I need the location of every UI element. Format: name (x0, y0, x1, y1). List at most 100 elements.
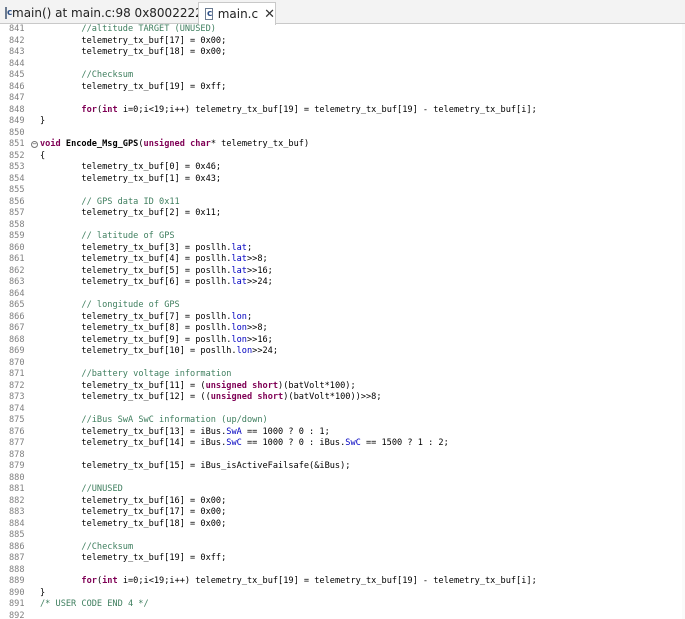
code-editor[interactable]: 841 //altitude TARGET (UNUSED) 842 teleme… (0, 24, 685, 619)
code-token: telemetry_tx_buf[17] = 0x00; (40, 35, 227, 46)
code-line[interactable]: 861 telemetry_tx_buf[4] = posllh.lat>>8; (0, 254, 685, 266)
code-line[interactable]: 879 telemetry_tx_buf[15] = iBus_isActive… (0, 461, 685, 473)
code-line[interactable]: 844 (0, 59, 685, 71)
line-number: 890 (9, 587, 25, 598)
code-line[interactable]: 880 (0, 473, 685, 485)
line-number: 886 (9, 541, 25, 552)
code-line[interactable]: 855 (0, 185, 685, 197)
code-line[interactable]: 883 telemetry_tx_buf[17] = 0x00; (0, 507, 685, 519)
close-icon[interactable]: ✕ (264, 7, 275, 22)
code-line[interactable]: 845 //Checksum (0, 70, 685, 82)
code-token: >>16; (246, 334, 273, 345)
code-line[interactable]: 870 (0, 358, 685, 370)
code-text: //altitude TARGET (UNUSED) (40, 24, 216, 36)
code-line[interactable]: 887 telemetry_tx_buf[19] = 0xff; (0, 553, 685, 565)
code-line[interactable]: 846 telemetry_tx_buf[19] = 0xff; (0, 82, 685, 94)
line-number: 862 (9, 265, 25, 276)
code-line[interactable]: 874 (0, 404, 685, 416)
code-line[interactable]: 852 { (0, 151, 685, 163)
c-source-file-icon: c (5, 7, 13, 19)
code-line[interactable]: 892 (0, 611, 685, 619)
code-text: } (40, 588, 45, 600)
code-token: lon (236, 346, 253, 356)
tab-disassembly[interactable]: c main() at main.c:98 0x8002222 (3, 2, 203, 24)
code-line[interactable]: 859 // latitude of GPS (0, 231, 685, 243)
code-line[interactable]: 866 telemetry_tx_buf[7] = posllh.lon; (0, 312, 685, 324)
code-line[interactable]: 848 for(int i=0;i<19;i++) telemetry_tx_b… (0, 105, 685, 117)
line-number: 873 (9, 392, 25, 402)
code-line[interactable]: 841 //altitude TARGET (UNUSED) (0, 24, 685, 36)
code-line[interactable]: 878 (0, 450, 685, 462)
code-token: telemetry_tx_buf[8] = posllh. (40, 323, 232, 333)
code-line[interactable]: 876 telemetry_tx_buf[13] = iBus.SwA == 1… (0, 427, 685, 439)
tab-label: main.c (217, 7, 259, 21)
code-line[interactable]: 882 telemetry_tx_buf[16] = 0x00; (0, 496, 685, 508)
code-line[interactable]: 872 telemetry_tx_buf[11] = (unsigned sho… (0, 381, 685, 393)
line-number: 884 (9, 518, 25, 529)
code-token: SwC (226, 438, 242, 448)
code-token: ; (246, 311, 253, 322)
code-line[interactable]: 849} (0, 116, 685, 128)
code-line[interactable]: 863 telemetry_tx_buf[6] = posllh.lat>>24… (0, 277, 685, 289)
code-line[interactable]: 885 (0, 530, 685, 542)
code-line[interactable]: 856 // GPS data ID 0x11 (0, 197, 685, 209)
code-token: telemetry_tx_buf[7] = posllh. (40, 311, 232, 322)
line-number: 849 (9, 116, 25, 126)
line-number: 847 (9, 93, 25, 103)
code-token: telemetry_tx_buf[9] = posllh. (40, 334, 232, 345)
code-text: telemetry_tx_buf[19] = 0xff; (40, 82, 226, 94)
code-token: lat (231, 277, 247, 287)
code-line[interactable]: 854 telemetry_tx_buf[1] = 0x43; (0, 174, 685, 186)
code-token: unsigned (143, 139, 185, 149)
code-token: short (252, 380, 279, 391)
line-number: 852 (9, 150, 25, 161)
code-line[interactable]: 871 //battery voltage information (0, 369, 685, 381)
code-line[interactable]: 860 telemetry_tx_buf[3] = posllh.lat; (0, 243, 685, 255)
code-line[interactable]: 881 //UNUSED (0, 484, 685, 496)
code-token: SwA (226, 426, 242, 437)
code-line[interactable]: 865 // longitude of GPS (0, 300, 685, 312)
code-line[interactable]: 847 (0, 93, 685, 105)
code-line[interactable]: 842 telemetry_tx_buf[17] = 0x00; (0, 36, 685, 48)
code-line[interactable]: 862 telemetry_tx_buf[5] = posllh.lat>>16… (0, 266, 685, 278)
code-line[interactable]: 875 //iBus SwA SwC information (up/down) (0, 415, 685, 427)
code-line[interactable]: 843 telemetry_tx_buf[18] = 0x00; (0, 47, 685, 59)
code-text: // latitude of GPS (40, 231, 174, 243)
line-number: 892 (9, 610, 25, 619)
line-number: 856 (9, 196, 25, 207)
code-line[interactable]: 857 telemetry_tx_buf[2] = 0x11; (0, 208, 685, 220)
code-line[interactable]: 886 //Checksum (0, 542, 685, 554)
fold-toggle-icon[interactable]: − (31, 141, 38, 148)
code-line[interactable]: 877 telemetry_tx_buf[14] = iBus.SwC == 1… (0, 438, 685, 450)
tab-main-c[interactable]: c main.c ✕ (198, 2, 276, 25)
code-line[interactable]: 888 (0, 565, 685, 577)
code-line[interactable]: 873 telemetry_tx_buf[12] = ((unsigned sh… (0, 392, 685, 404)
code-text: for(int i=0;i<19;i++) telemetry_tx_buf[1… (40, 576, 537, 588)
code-token: telemetry_tx_buf[15] = iBus_isActiveFail… (40, 461, 351, 471)
code-line[interactable]: 890} (0, 588, 685, 600)
code-line[interactable]: 851− void Encode_Msg_GPS(unsigned char* t… (0, 139, 685, 151)
code-line[interactable]: 864 (0, 289, 685, 301)
code-token: lat (231, 254, 247, 264)
tab-label: main() at main.c:98 0x8002222 (12, 6, 203, 20)
code-token: i=0;i<19;i++) telemetry_tx_buf[19] = tel… (117, 576, 537, 586)
code-line[interactable]: 869 telemetry_tx_buf[10] = posllh.lon>>2… (0, 346, 685, 358)
code-token: /* USER CODE END 4 */ (40, 599, 149, 609)
code-line[interactable]: 867 telemetry_tx_buf[8] = posllh.lon>>8; (0, 323, 685, 335)
line-number: 868 (9, 334, 25, 345)
code-token: telemetry_tx_buf[18] = 0x00; (40, 518, 227, 529)
code-line[interactable]: 853 telemetry_tx_buf[0] = 0x46; (0, 162, 685, 174)
code-line[interactable]: 889 for(int i=0;i<19;i++) telemetry_tx_b… (0, 576, 685, 588)
code-line[interactable]: 891 /* USER CODE END 4 */ (0, 599, 685, 611)
code-line[interactable]: 850 (0, 128, 685, 140)
line-number: 842 (9, 35, 25, 46)
code-line[interactable]: 858 (0, 220, 685, 232)
code-line[interactable]: 868 telemetry_tx_buf[9] = posllh.lon>>16… (0, 335, 685, 347)
code-line[interactable]: 884 telemetry_tx_buf[18] = 0x00; (0, 519, 685, 531)
